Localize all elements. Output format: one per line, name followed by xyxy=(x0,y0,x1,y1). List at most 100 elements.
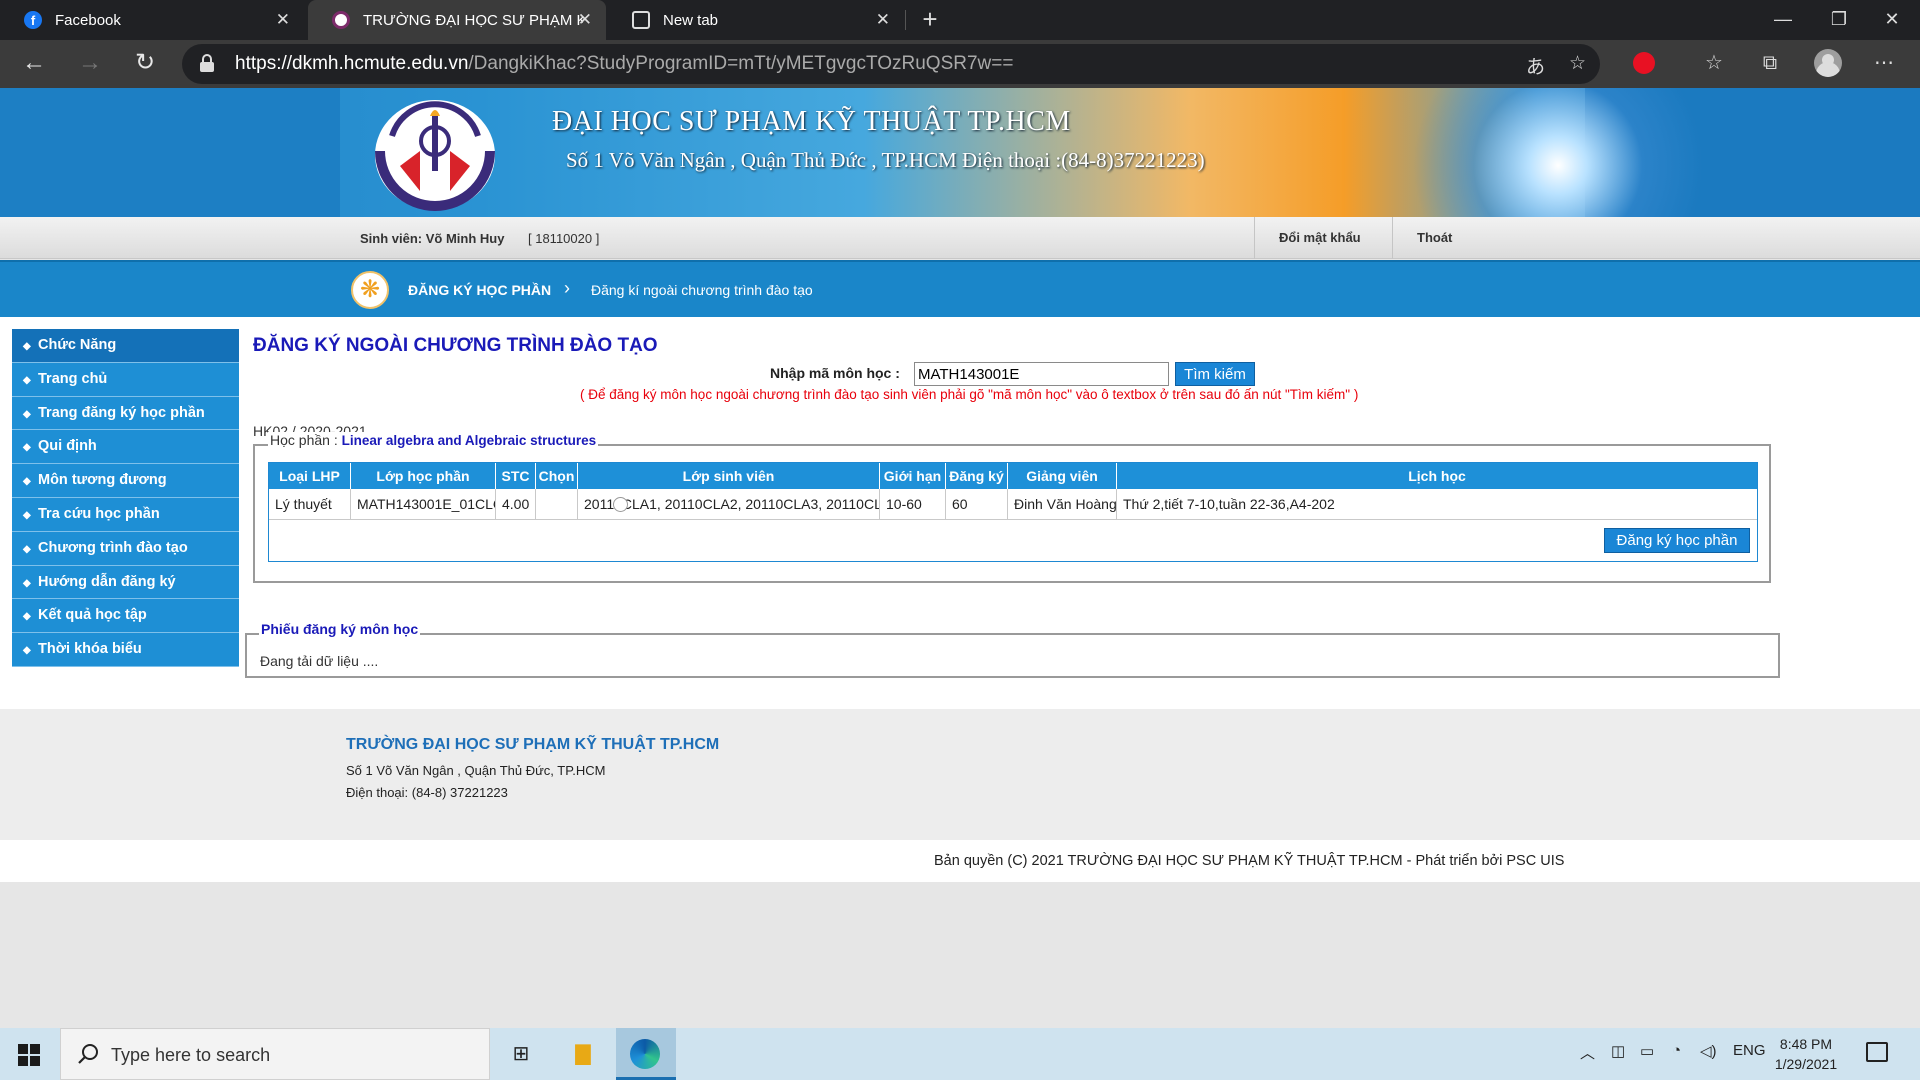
file-explorer-icon[interactable]: ▇ xyxy=(565,1038,601,1070)
close-tab-icon[interactable]: ✕ xyxy=(578,10,592,30)
change-password-link[interactable]: Đổi mật khẩu xyxy=(1254,217,1392,259)
tab-hcmute[interactable]: TRƯỜNG ĐẠI HỌC SƯ PHẠM KỸ ✕ xyxy=(308,0,606,40)
ute-logo-icon xyxy=(332,11,350,29)
page-title: ĐĂNG KÝ NGOÀI CHƯƠNG TRÌNH ĐÀO TẠO xyxy=(253,335,658,356)
sidebar-item-results[interactable]: ◆ Kết quả học tập xyxy=(12,599,239,634)
wifi-icon[interactable]: ◔ xyxy=(1672,1042,1681,1059)
sidebar-item-guide[interactable]: ◆ Hướng dẫn đăng ký xyxy=(12,565,239,600)
banner-left-panel xyxy=(0,88,340,217)
course-section-table: Loại LHP Lớp học phần STC Chọn Lớp sinh … xyxy=(268,462,1758,562)
table-cell: 10-60 xyxy=(880,489,946,520)
task-view-icon[interactable]: ⊞ xyxy=(503,1038,539,1070)
tab-new-tab[interactable]: New tab ✕ xyxy=(608,0,904,40)
close-window-icon[interactable]: ✕ xyxy=(1864,0,1920,40)
add-favorite-icon[interactable]: ☆ xyxy=(1569,52,1586,75)
breadcrumb-current: Đăng kí ngoài chương trình đào tạo xyxy=(591,282,813,298)
new-tab-button[interactable]: + xyxy=(915,5,945,35)
site-footer: TRƯỜNG ĐẠI HỌC SƯ PHẠM KỸ THUẬT TP.HCM S… xyxy=(0,709,1920,840)
table-header: Loại LHP Lớp học phần STC Chọn Lớp sinh … xyxy=(269,463,1757,489)
adblock-extension-icon[interactable] xyxy=(1633,52,1655,74)
globe-graphic xyxy=(1330,88,1710,217)
university-logo xyxy=(375,100,495,211)
language-indicator[interactable]: ENG xyxy=(1733,1042,1766,1059)
sidebar-item-timetable[interactable]: ◆ Thời khóa biểu xyxy=(12,633,239,667)
logout-link[interactable]: Thoát xyxy=(1392,217,1512,259)
chevron-right-icon: › xyxy=(564,278,570,298)
footer-phone: Điện thoại: (84-8) 37221223 xyxy=(346,785,508,800)
tab-label: Facebook xyxy=(55,11,121,29)
refresh-icon[interactable]: ↻ xyxy=(129,48,161,80)
maximize-icon[interactable]: ❐ xyxy=(1811,0,1867,40)
column-header: Chọn xyxy=(536,463,578,489)
clock-time: 8:48 PM xyxy=(1779,1036,1833,1052)
sidebar-item-program[interactable]: ◆ Chương trình đào tạo xyxy=(12,531,239,566)
bullet-icon: ◆ xyxy=(23,476,31,488)
main-content: ◆ Chức Năng ◆ Trang chủ ◆ Trang đăng ký học… xyxy=(0,317,1920,709)
student-name: Sinh viên: Võ Minh Huy xyxy=(360,231,505,246)
lock-icon[interactable] xyxy=(200,54,214,72)
edge-browser-icon[interactable] xyxy=(630,1039,660,1069)
search-icon xyxy=(78,1044,98,1064)
sidebar-header: ◆ Chức Năng xyxy=(12,329,239,363)
course-legend-prefix: Học phần : xyxy=(270,432,338,448)
bullet-icon: ◆ xyxy=(23,577,31,589)
banner-address: Số 1 Võ Văn Ngân , Quận Thủ Đức , TP.HCM… xyxy=(566,148,1205,172)
column-header: Đăng ký xyxy=(946,463,1008,489)
breadcrumb-section[interactable]: ĐĂNG KÝ HỌC PHẦN xyxy=(408,282,551,298)
bullet-icon: ◆ xyxy=(23,442,31,454)
favorites-icon[interactable]: ☆ xyxy=(1700,50,1728,78)
search-button[interactable]: Tìm kiếm xyxy=(1175,362,1255,386)
site-banner: ĐẠI HỌC SƯ PHẠM KỸ THUẬT TP.HCM Số 1 Võ … xyxy=(0,88,1920,217)
collections-icon[interactable]: ⧉ xyxy=(1756,50,1784,78)
tab-facebook[interactable]: f Facebook ✕ xyxy=(0,0,304,40)
more-menu-icon[interactable]: ⋯ xyxy=(1870,50,1898,78)
battery-icon[interactable]: ▭ xyxy=(1640,1042,1654,1060)
tab-label: New tab xyxy=(663,11,719,29)
sidebar-item-label: Chương trình đào tạo xyxy=(38,539,188,556)
notification-center-icon[interactable] xyxy=(1866,1042,1888,1062)
column-header: Lớp sinh viên xyxy=(578,463,880,489)
url-text[interactable]: https://dkmh.hcmute.edu.vn/DangkiKhac?St… xyxy=(235,53,1013,75)
registration-form-legend: Phiếu đăng ký môn học xyxy=(259,621,421,637)
student-id: [ 18110020 ] xyxy=(528,231,600,246)
search-placeholder: Type here to search xyxy=(111,1045,271,1065)
sidebar-menu: ◆ Chức Năng ◆ Trang chủ ◆ Trang đăng ký học… xyxy=(12,329,239,667)
sidebar-item-label: Trang đăng ký học phần xyxy=(38,404,205,421)
footer-title: TRƯỜNG ĐẠI HỌC SƯ PHẠM KỸ THUẬT TP.HCM xyxy=(346,736,720,753)
close-tab-icon[interactable]: ✕ xyxy=(876,10,890,30)
select-section-radio[interactable] xyxy=(613,497,628,512)
profile-avatar[interactable] xyxy=(1814,49,1842,77)
read-aloud-icon[interactable]: あ xyxy=(1526,52,1545,79)
column-header: Giới hạn xyxy=(880,463,946,489)
forward-icon[interactable]: → xyxy=(74,48,106,80)
sidebar-item-course-lookup[interactable]: ◆ Tra cứu học phần xyxy=(12,497,239,532)
table-row: Lý thuyết MATH143001E_01CLC 4.00 20110CL… xyxy=(269,489,1757,520)
windows-start-icon[interactable] xyxy=(18,1044,40,1066)
sidebar-item-rules[interactable]: ◆ Qui định xyxy=(12,430,239,465)
taskbar-search-box[interactable]: Type here to search xyxy=(60,1028,490,1080)
web-page: ĐẠI HỌC SƯ PHẠM KỸ THUẬT TP.HCM Số 1 Võ … xyxy=(0,88,1920,1028)
facebook-icon: f xyxy=(24,11,42,29)
show-hidden-icons-icon[interactable]: ︿ xyxy=(1580,1042,1595,1063)
tab-separator xyxy=(905,10,906,30)
course-code-input[interactable] xyxy=(914,362,1169,386)
back-icon[interactable]: ← xyxy=(18,48,50,80)
bullet-icon: ◆ xyxy=(23,645,31,657)
sidebar-item-equivalent[interactable]: ◆ Môn tương đương xyxy=(12,464,239,498)
volume-icon[interactable]: ◁) xyxy=(1700,1042,1717,1060)
table-cell xyxy=(536,489,578,520)
meet-now-icon[interactable]: ◫ xyxy=(1611,1042,1625,1060)
search-instruction: ( Để đăng ký môn học ngoài chương trình … xyxy=(580,387,1359,402)
sidebar-item-registration[interactable]: ◆ Trang đăng ký học phần xyxy=(12,396,239,431)
clock-date: 1/29/2021 xyxy=(1774,1056,1838,1072)
sidebar-item-label: Qui định xyxy=(38,438,97,455)
system-clock[interactable]: 8:48 PM 1/29/2021 xyxy=(1770,1034,1842,1074)
register-course-button[interactable]: Đăng ký học phần xyxy=(1604,528,1750,553)
table-cell: 4.00 xyxy=(496,489,536,520)
sidebar-item-label: Kết quả học tập xyxy=(38,607,147,624)
sidebar-item-label: Trang chủ xyxy=(38,370,108,387)
sidebar-item-home[interactable]: ◆ Trang chủ xyxy=(12,362,239,397)
address-bar[interactable]: https://dkmh.hcmute.edu.vn/DangkiKhac?St… xyxy=(182,44,1600,84)
close-tab-icon[interactable]: ✕ xyxy=(276,10,290,30)
minimize-icon[interactable]: — xyxy=(1755,0,1811,40)
